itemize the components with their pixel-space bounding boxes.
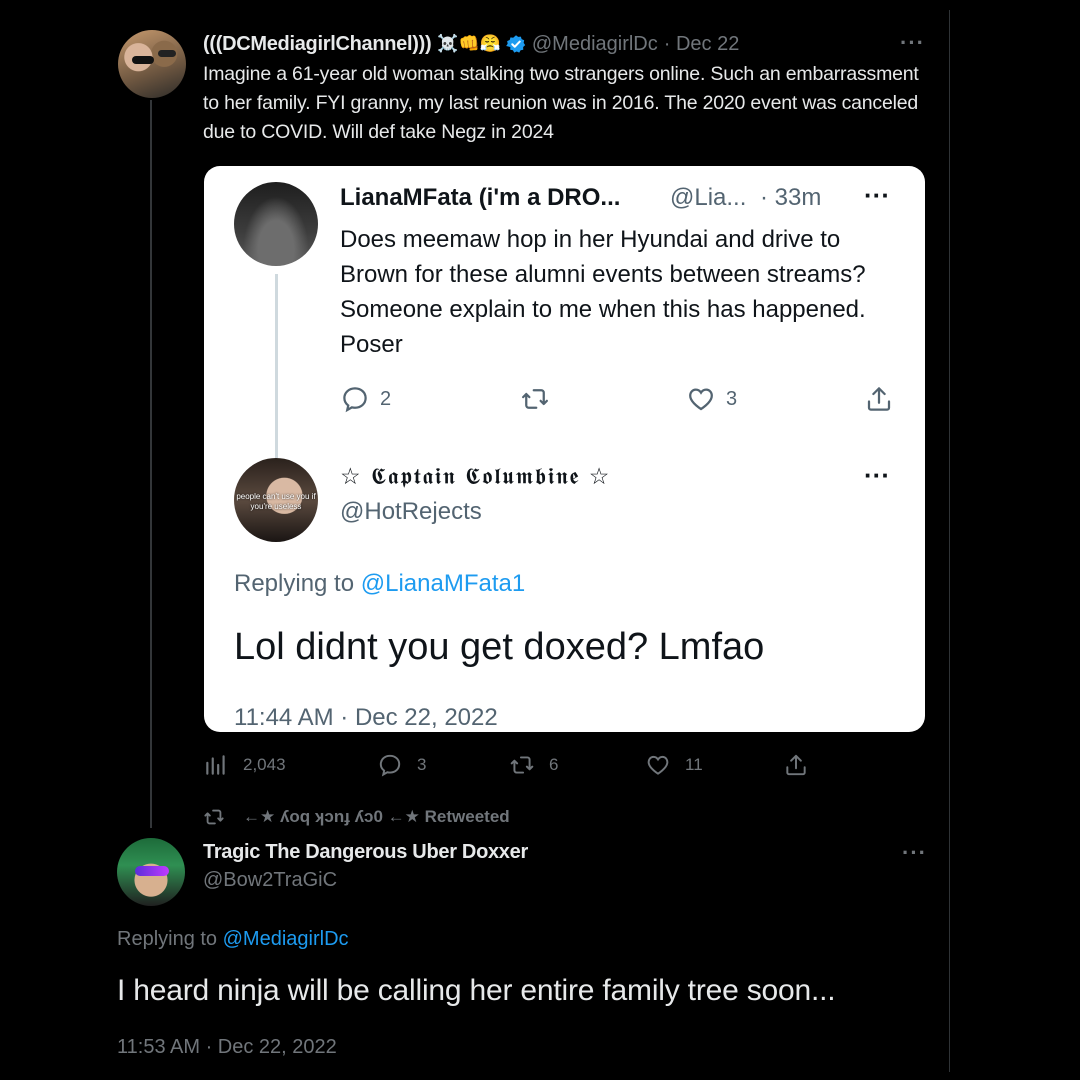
share-button[interactable]	[864, 384, 894, 414]
avatar[interactable]	[234, 182, 318, 266]
replying-prefix: Replying to	[234, 570, 361, 597]
like-button[interactable]: 11	[645, 752, 703, 778]
handle[interactable]: @MediagirlDc	[532, 33, 658, 56]
retweet-button[interactable]: 6	[509, 752, 558, 778]
views-count: 2,043	[243, 755, 286, 774]
handle[interactable]: @Bow2TraGiC	[203, 869, 337, 892]
heart-icon	[647, 755, 669, 775]
name-emojis: ☠️👊😤	[437, 34, 501, 53]
reply-count: 2	[380, 387, 392, 410]
thread-connector-line	[150, 100, 152, 828]
more-options-icon[interactable]: ···	[900, 30, 925, 56]
reply-icon	[379, 754, 401, 777]
handle[interactable]: @HotRejects	[340, 498, 482, 526]
tweet-timestamp[interactable]: 11:53 AM · Dec 22, 2022	[117, 1036, 337, 1059]
tweet-header: (((DCMediagirlChannel))) ☠️👊😤 @Mediagirl…	[203, 30, 739, 58]
analytics-icon	[206, 755, 225, 775]
mention-link[interactable]: @LianaMFata1	[361, 570, 525, 597]
like-count: 3	[726, 387, 738, 410]
more-options-icon[interactable]: ···	[902, 840, 927, 866]
retweet-icon	[522, 389, 548, 409]
heart-icon	[689, 388, 713, 411]
avatar-caption: people can't use you if you're useless	[236, 492, 316, 511]
verified-badge-icon	[506, 34, 526, 54]
like-count: 11	[685, 755, 703, 774]
reply-button[interactable]: 2	[340, 384, 391, 414]
display-name[interactable]: ☆ 𝕮𝖆𝖕𝖙𝖆𝖎𝖓 𝕮𝖔𝖑𝖚𝖒𝖇𝖎𝖓𝖊 ☆	[340, 464, 611, 490]
retweeted-label: ←★ ʎoq ʞɔnɟ ʎɔ0 ←★ Retweeted	[243, 807, 510, 826]
tweet-text: I heard ninja will be calling her entire…	[117, 974, 836, 1007]
retweet-icon	[510, 756, 534, 774]
handle[interactable]: @Lia...	[670, 184, 746, 212]
display-name[interactable]: (((DCMediagirlChannel)))	[203, 33, 432, 56]
tweet-timestamp[interactable]: 11:44 AM · Dec 22, 2022	[234, 704, 498, 732]
tweet-text: Lol didnt you get doxed? Lmfao	[234, 626, 765, 668]
retweet-count: 6	[549, 755, 559, 774]
more-options-icon[interactable]: ···	[864, 460, 890, 491]
share-icon	[867, 387, 891, 411]
display-name[interactable]: Tragic The Dangerous Uber Doxxer	[203, 841, 528, 864]
retweeted-indicator[interactable]: ←★ ʎoq ʞɔnɟ ʎɔ0 ←★ Retweeted	[203, 806, 510, 828]
like-button[interactable]: 3	[686, 384, 737, 414]
more-options-icon[interactable]: ···	[864, 180, 890, 211]
tweet-text: Does meemaw hop in her Hyundai and drive…	[340, 226, 866, 358]
share-icon	[786, 754, 806, 776]
avatar[interactable]: people can't use you if you're useless	[234, 458, 318, 542]
display-name[interactable]: LianaMFata (i'm a DRO...	[340, 184, 620, 212]
thread-connector-line	[275, 274, 278, 458]
reply-icon	[343, 387, 367, 413]
retweet-icon	[204, 809, 224, 825]
replying-to: Replying to @LianaMFata1	[234, 570, 525, 598]
mention-link[interactable]: @MediagirlDc	[223, 928, 349, 950]
replying-to: Replying to @MediagirlDc	[117, 928, 349, 951]
reply-count: 3	[417, 755, 427, 774]
tweet-date[interactable]: · Dec 22	[664, 33, 740, 56]
retweet-button[interactable]	[520, 384, 550, 414]
avatar[interactable]	[117, 838, 185, 906]
views-button[interactable]: 2,043	[203, 752, 286, 778]
share-button[interactable]	[783, 752, 809, 778]
avatar[interactable]	[118, 30, 186, 98]
quoted-tweet-card[interactable]: LianaMFata (i'm a DRO... @Lia... · 33m ·…	[204, 166, 925, 732]
reply-button[interactable]: 3	[377, 752, 426, 778]
tweet-text: Imagine a 61-year old woman stalking two…	[203, 63, 919, 143]
column-divider	[949, 10, 950, 1072]
replying-prefix: Replying to	[117, 928, 223, 950]
tweet-time[interactable]: · 33m	[760, 184, 821, 212]
tweet-actions: 2,043 3 6 11	[203, 752, 823, 782]
